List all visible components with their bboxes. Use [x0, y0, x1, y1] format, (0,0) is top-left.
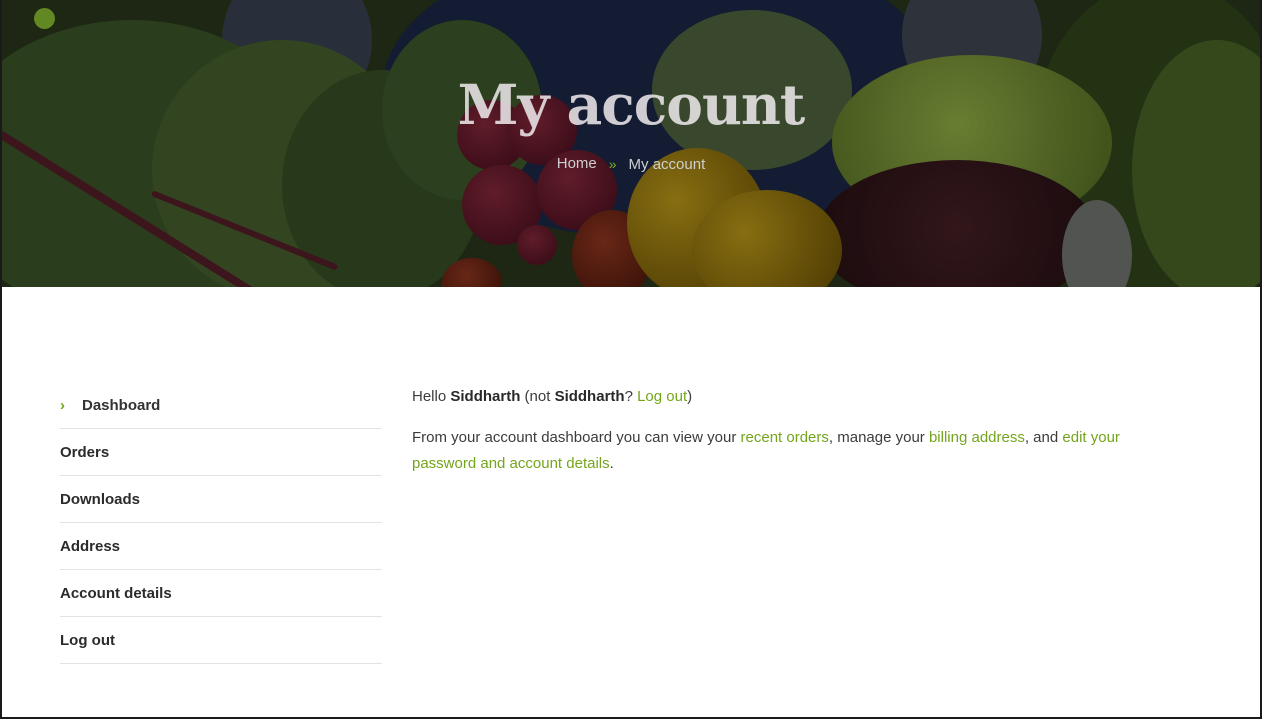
chevron-right-icon: › — [60, 396, 65, 414]
greeting-close-paren: ) — [687, 388, 693, 405]
sidebar-item-account-details[interactable]: Account details — [60, 570, 382, 617]
account-navigation: › Dashboard Orders Downloads Address Acc… — [60, 382, 382, 664]
sidebar-item-label: Orders — [60, 443, 110, 461]
page-frame: My account Home » My account › Dashboard O… — [0, 0, 1262, 719]
greeting-username: Siddharth — [450, 388, 521, 405]
sidebar-item-label: Downloads — [60, 490, 141, 508]
greeting-question: ? — [624, 388, 633, 405]
sidebar-item-downloads[interactable]: Downloads — [60, 476, 382, 523]
sidebar-item-log-out[interactable]: Log out — [60, 617, 382, 664]
logout-link[interactable]: Log out — [637, 388, 687, 405]
greeting-hello: Hello — [412, 388, 447, 405]
dashboard-description: From your account dashboard you can view… — [412, 425, 1152, 477]
description-text: , and — [1024, 429, 1059, 446]
page-title: My account — [457, 72, 806, 137]
sidebar-item-label: Account details — [60, 584, 172, 602]
breadcrumb-current: My account — [628, 155, 706, 173]
greeting-not-prefix: (not — [524, 388, 551, 405]
dashboard-content: Hello Siddharth (not Siddharth? Log out)… — [412, 384, 1152, 492]
breadcrumb: Home » My account — [2, 155, 1260, 173]
hero-dark-overlay — [2, 0, 1260, 287]
sidebar-item-label: Log out — [60, 631, 115, 649]
greeting-text: Hello Siddharth (not Siddharth? Log out) — [412, 384, 1152, 410]
cursor-indicator — [34, 8, 55, 29]
billing-address-link[interactable]: billing address — [929, 429, 1025, 446]
greeting-not-username: Siddharth — [554, 388, 625, 405]
sidebar-item-label: Address — [60, 537, 121, 555]
description-text: , manage your — [828, 429, 925, 446]
breadcrumb-separator-icon: » — [608, 156, 617, 173]
sidebar-item-dashboard[interactable]: › Dashboard — [60, 382, 382, 429]
sidebar-item-address[interactable]: Address — [60, 523, 382, 570]
description-text: . — [609, 455, 614, 472]
recent-orders-link[interactable]: recent orders — [741, 429, 829, 446]
sidebar-item-orders[interactable]: Orders — [60, 429, 382, 476]
page-hero-banner: My account Home » My account — [2, 0, 1260, 287]
breadcrumb-home-link[interactable]: Home — [557, 155, 597, 172]
sidebar-item-label: Dashboard — [82, 396, 161, 414]
description-text: From your account dashboard you can view… — [412, 429, 737, 446]
